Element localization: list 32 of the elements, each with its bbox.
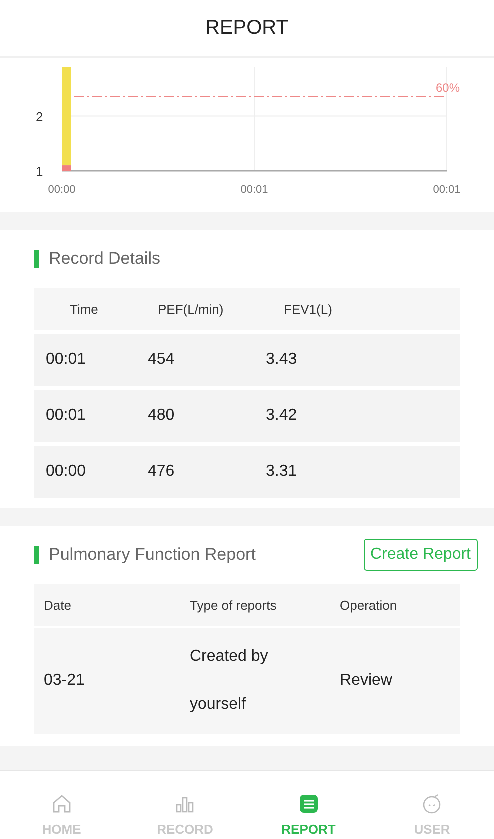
table-cell-text: 3.42 bbox=[265, 407, 298, 425]
table-cell-text: 476 bbox=[147, 463, 176, 481]
column-header: PEF(L/min) bbox=[157, 302, 225, 316]
table-cell-text: 03-21 bbox=[43, 672, 86, 690]
section-title: Pulmonary Function Report bbox=[49, 545, 256, 565]
create-report-button[interactable]: Create Report bbox=[364, 539, 478, 571]
table-cell-text: Created by bbox=[190, 648, 270, 666]
table-cell-text: 00:01 bbox=[45, 407, 88, 425]
column-header: Operation bbox=[340, 598, 398, 612]
page-title: REPORT bbox=[206, 16, 288, 40]
y-tick-label: 1 bbox=[36, 164, 44, 179]
column-header: Type of reports bbox=[190, 598, 278, 612]
section-marker bbox=[34, 250, 39, 268]
column-header: Time bbox=[69, 302, 100, 316]
table-cell-text: 00:00 bbox=[45, 463, 88, 481]
y-tick-label: 2 bbox=[36, 109, 44, 124]
table-cell-text: 3.31 bbox=[265, 463, 298, 481]
review-link[interactable]: Review bbox=[340, 672, 392, 690]
section-title: Record Details bbox=[49, 249, 160, 269]
table-cell-text: 00:01 bbox=[45, 351, 88, 369]
x-tick-label: 00:01 bbox=[433, 184, 461, 196]
tab-item[interactable]: REPORT bbox=[247, 771, 370, 839]
section-marker bbox=[34, 546, 39, 564]
table-cell-text: yourself bbox=[190, 696, 248, 714]
table-cell-text: 454 bbox=[147, 351, 176, 369]
table-cell-text: 480 bbox=[147, 407, 176, 425]
x-tick-label: 00:01 bbox=[240, 184, 268, 196]
table-cell-text: 3.43 bbox=[265, 351, 298, 369]
x-tick-label: 00:00 bbox=[48, 184, 76, 196]
column-header: Date bbox=[43, 598, 72, 612]
threshold-label: 60% bbox=[436, 81, 460, 95]
column-header: FEV1(L) bbox=[283, 302, 332, 316]
